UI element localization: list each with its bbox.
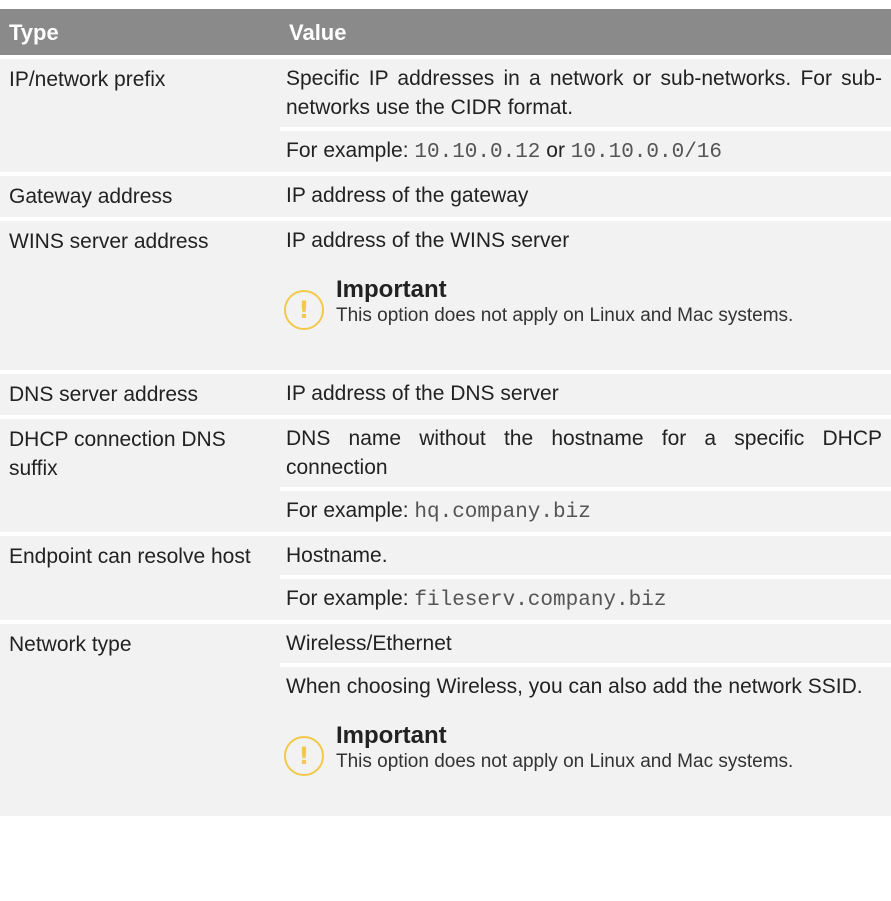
example-label: For example: [286, 499, 409, 522]
conditions-table: Type Value IP/network prefix Specific IP… [0, 9, 891, 816]
example-line: For example: 10.10.0.12 or 10.10.0.0/16 [280, 127, 891, 172]
value-text: IP address of the DNS server [286, 382, 559, 405]
callout-title: Important [336, 722, 447, 749]
table-row: DHCP connection DNS suffix DNS name with… [0, 415, 891, 534]
value-cell: IP address of the gateway [280, 172, 891, 219]
table-row: Endpoint can resolve host Hostname. For … [0, 532, 891, 622]
type-cell: IP/network prefix [0, 55, 280, 174]
callout-text: This option does not apply on Linux and … [336, 305, 794, 326]
type-cell: Network type [0, 620, 280, 816]
value-text: DNS name without the hostname for a spec… [286, 427, 882, 479]
type-cell: WINS server address [0, 217, 280, 372]
value-text: Wireless/Ethernet [286, 632, 452, 655]
type-cell: DHCP connection DNS suffix [0, 415, 280, 534]
value-cell: IP address of the DNS server [280, 370, 891, 417]
header-type: Type [0, 9, 280, 57]
callout-text: This option does not apply on Linux and … [336, 751, 794, 772]
example-code: hq.company.biz [414, 501, 591, 524]
value-cell: Specific IP addresses in a network or su… [280, 55, 891, 174]
table-row: DNS server address IP address of the DNS… [0, 370, 891, 417]
table-row: WINS server address IP address of the WI… [0, 217, 891, 372]
table-row: Network type Wireless/Ethernet When choo… [0, 620, 891, 816]
example-line: For example: hq.company.biz [280, 487, 891, 532]
value-text: When choosing Wireless, you can also add… [280, 663, 891, 706]
important-callout: ! Important This option does not apply o… [280, 722, 891, 792]
example-line: For example: fileserv.company.biz [280, 575, 891, 620]
type-cell: DNS server address [0, 370, 280, 417]
important-callout: ! Important This option does not apply o… [280, 276, 891, 346]
type-cell: Endpoint can resolve host [0, 532, 280, 622]
table-header-row: Type Value [0, 9, 891, 57]
type-cell: Gateway address [0, 172, 280, 219]
value-cell: Wireless/Ethernet When choosing Wireless… [280, 620, 891, 816]
example-code: fileserv.company.biz [414, 589, 667, 612]
exclamation-icon: ! [284, 290, 324, 330]
value-text: IP address of the gateway [286, 184, 529, 207]
table-row: Gateway address IP address of the gatewa… [0, 172, 891, 219]
example-label: For example: [286, 587, 409, 610]
value-cell: DNS name without the hostname for a spec… [280, 415, 891, 534]
value-cell: Hostname. For example: fileserv.company.… [280, 532, 891, 622]
value-text: Specific IP addresses in a network or su… [286, 67, 882, 119]
callout-title: Important [336, 276, 447, 303]
example-or: or [546, 139, 565, 162]
example-code: 10.10.0.12 [414, 141, 541, 164]
example-label: For example: [286, 139, 409, 162]
header-value: Value [280, 9, 891, 57]
value-text: Hostname. [286, 544, 388, 567]
table-row: IP/network prefix Specific IP addresses … [0, 55, 891, 174]
example-code: 10.10.0.0/16 [570, 141, 723, 164]
value-text: IP address of the WINS server [286, 229, 570, 252]
value-cell: IP address of the WINS server ! Importan… [280, 217, 891, 372]
exclamation-icon: ! [284, 736, 324, 776]
